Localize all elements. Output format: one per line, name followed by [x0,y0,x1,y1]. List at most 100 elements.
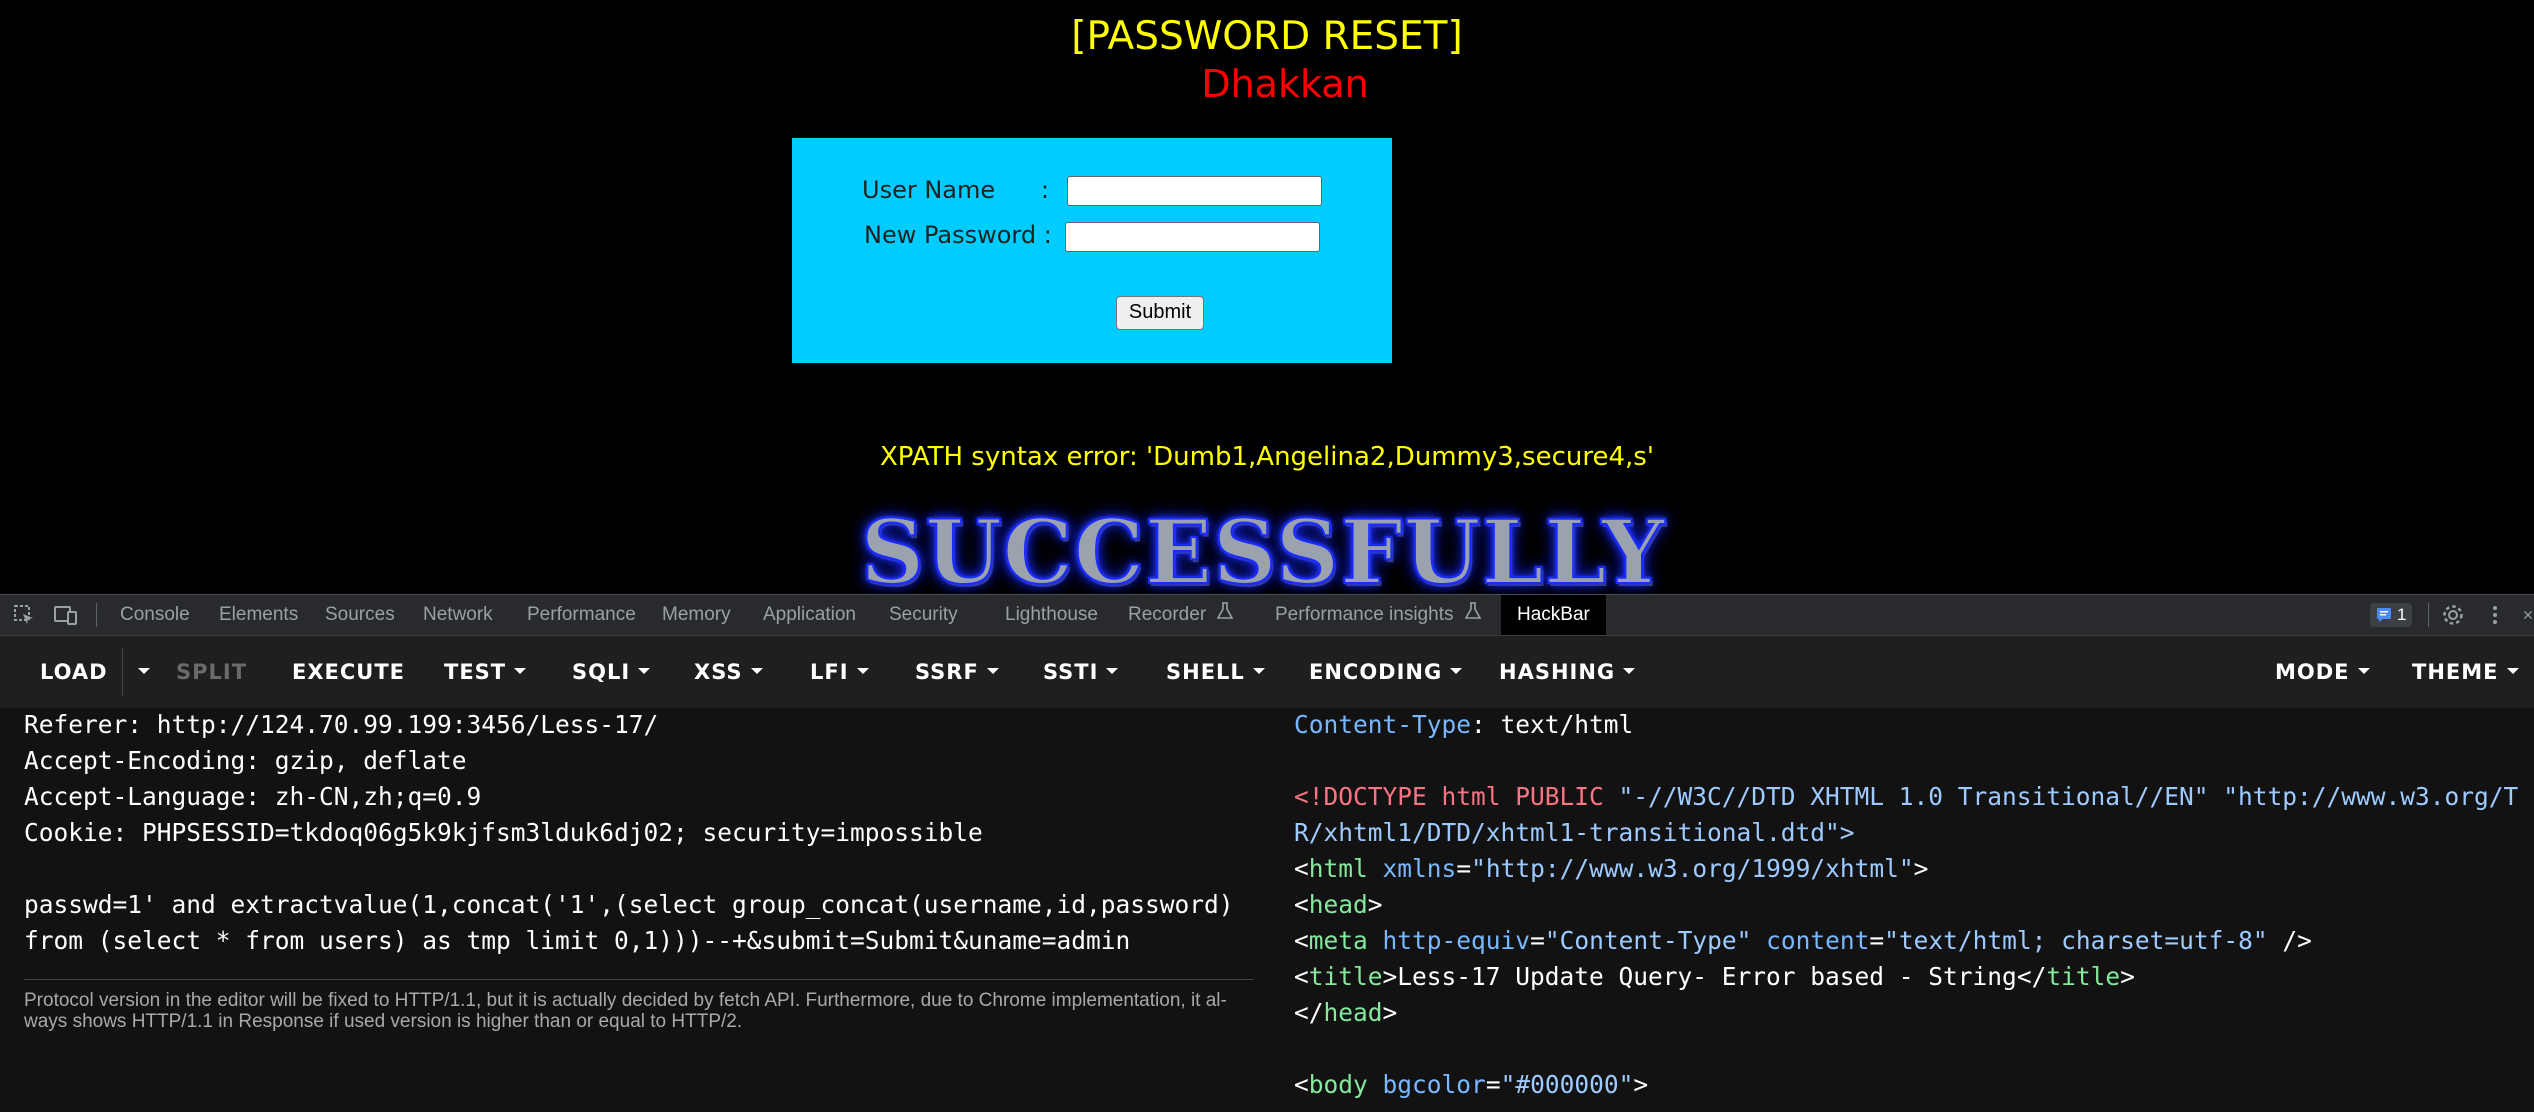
test-menu-label: TEST [444,660,507,684]
mode-menu[interactable]: MODE [2275,636,2370,708]
tag-name: html [1308,854,1368,883]
tab-application[interactable]: Application [763,595,856,635]
header-value: : text/html [1471,710,1634,739]
issues-badge[interactable]: 1 [2370,603,2413,627]
tab-recorder[interactable]: Recorder [1128,595,1234,635]
request-line: passwd=1' and extractvalue(1,concat('1',… [24,890,1234,919]
execute-button[interactable]: EXECUTE [292,636,405,708]
tab-lighthouse[interactable]: Lighthouse [1005,595,1098,635]
tag-name: head [1308,890,1368,919]
chevron-down-icon [1106,668,1119,674]
response-line: <!DOCTYPE html PUBLIC "-//W3C//DTD XHTML… [1294,782,2518,811]
attr-value: "http://www.w3.org/1999/xhtml" [1471,854,1914,883]
response-line: <head> [1294,890,1383,919]
more-options-icon[interactable] [2482,603,2508,627]
sqli-menu[interactable]: SQLI [572,636,651,708]
load-button[interactable]: LOAD [40,636,108,708]
flask-icon [1464,595,1482,635]
response-line: <body bgcolor="#000000"> [1294,1070,1649,1099]
response-viewer[interactable]: Content-Type: text/html <!DOCTYPE html P… [1280,708,2534,1112]
xss-menu-label: XSS [694,660,743,684]
device-toolbar-icon[interactable] [53,603,79,627]
attr-name: http-equiv [1382,926,1531,955]
response-line: <title>Less-17 Update Query- Error based… [1294,962,2135,991]
username-input[interactable] [1067,176,1322,206]
tab-performance[interactable]: Performance [527,595,636,635]
tag-name: head [1323,998,1383,1027]
attr-value: "Content-Type" [1544,926,1752,955]
response-line: R/xhtml1/DTD/xhtml1-transitional.dtd"> [1294,818,1855,847]
split-button[interactable]: SPLIT [176,636,247,708]
tab-recorder-label: Recorder [1128,604,1207,626]
encoding-menu-label: ENCODING [1309,660,1443,684]
xss-menu[interactable]: XSS [694,636,763,708]
password-reset-form: User Name : New Password : Submit [792,138,1392,363]
lfi-menu[interactable]: LFI [810,636,869,708]
settings-gear-icon[interactable] [2440,603,2466,627]
tab-performance-insights-label: Performance insights [1275,604,1454,626]
chevron-down-icon [138,668,150,674]
submit-button[interactable]: Submit [1116,296,1204,330]
response-line: Content-Type: text/html [1294,710,1633,739]
toolbar-divider [122,648,123,696]
chevron-down-icon [986,668,999,674]
new-password-input[interactable] [1065,222,1320,252]
tag-name: body [1308,1070,1368,1099]
tag-name: title [1308,962,1383,991]
issues-count: 1 [2397,605,2407,624]
chevron-down-icon [750,668,763,674]
tab-sources[interactable]: Sources [325,595,395,635]
shell-menu-label: SHELL [1166,660,1245,684]
chevron-down-icon [2357,668,2370,674]
tab-performance-insights[interactable]: Performance insights [1275,595,1482,635]
test-menu[interactable]: TEST [444,636,527,708]
ssrf-menu-label: SSRF [915,660,979,684]
toolbar-divider [2428,603,2429,627]
attr-value: "text/html; charset=utf-8" [1884,926,2268,955]
tab-elements[interactable]: Elements [219,595,298,635]
request-line: from (select * from users) as tmp limit … [24,926,1131,955]
inspect-element-icon[interactable] [11,603,37,627]
hashing-menu-label: HASHING [1499,660,1616,684]
theme-menu-label: THEME [2412,660,2499,684]
tab-network[interactable]: Network [423,595,493,635]
chevron-down-icon [2506,668,2519,674]
successfully-banner: SUCCESSFULLY [860,499,1666,594]
ssti-menu-label: SSTI [1043,660,1099,684]
tab-hackbar[interactable]: HackBar [1501,595,1606,635]
tag-name: meta [1308,926,1368,955]
request-line: Accept-Encoding: gzip, deflate [24,746,467,775]
xpath-error-message: XPATH syntax error: 'Dumb1,Angelina2,Dum… [880,442,1654,472]
response-line: <meta http-equiv="Content-Type" content=… [1294,926,2312,955]
request-editor[interactable]: Referer: http://124.70.99.199:3456/Less-… [0,708,1280,1112]
theme-menu[interactable]: THEME [2412,636,2519,708]
doctype-fpi: "-//W3C//DTD XHTML 1.0 Transitional//EN"… [1618,782,2519,811]
flask-icon [1217,595,1234,635]
encoding-menu[interactable]: ENCODING [1309,636,1463,708]
lfi-menu-label: LFI [810,660,849,684]
doctype-keyword: <!DOCTYPE [1294,782,1442,811]
header-name: Content-Type [1294,710,1472,739]
tab-security[interactable]: Security [889,595,958,635]
ssrf-menu[interactable]: SSRF [915,636,999,708]
attr-name: content [1766,926,1870,955]
username-label: User Name : [862,176,1049,204]
tab-console[interactable]: Console [120,595,190,635]
response-line: </head> [1294,998,1398,1027]
shell-menu[interactable]: SHELL [1166,636,1265,708]
load-dropdown-button[interactable] [130,636,150,708]
title-text: Less-17 Update Query- Error based - Stri… [1397,962,2017,991]
close-devtools-icon[interactable] [2522,603,2534,627]
tab-memory[interactable]: Memory [662,595,731,635]
attr-name: xmlns [1382,854,1457,883]
doctype-dtd: R/xhtml1/DTD/xhtml1-transitional.dtd"> [1294,818,1855,847]
tag-name: title [2046,962,2121,991]
toolbar-divider [96,603,97,627]
message-icon [2376,607,2392,623]
attr-value: "#000000" [1500,1070,1634,1099]
request-line: Accept-Language: zh-CN,zh;q=0.9 [24,782,482,811]
ssti-menu[interactable]: SSTI [1043,636,1119,708]
hashing-menu[interactable]: HASHING [1499,636,1636,708]
chevron-down-icon [1450,668,1463,674]
devtools-tab-bar: Console Elements Sources Network Perform… [0,594,2534,636]
